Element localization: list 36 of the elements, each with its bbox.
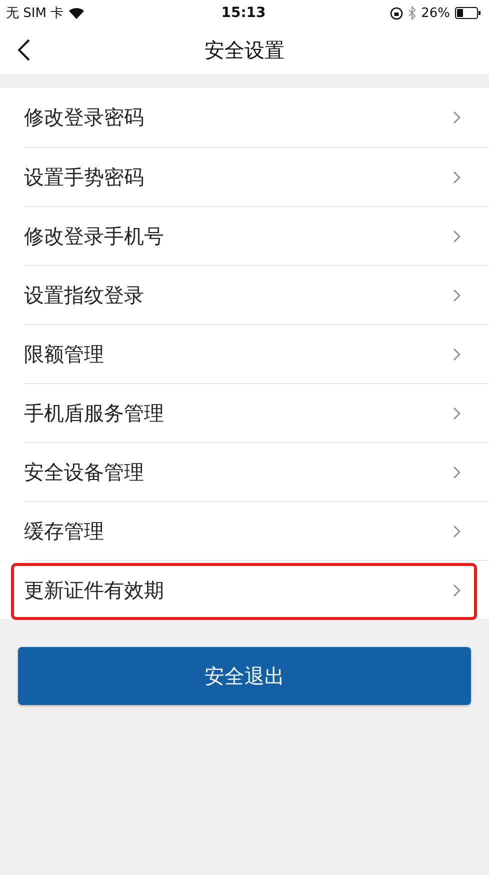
- menu-item[interactable]: 手机盾服务管理: [0, 383, 489, 442]
- menu-item[interactable]: 设置指纹登录: [0, 265, 489, 324]
- chevron-icon: [453, 111, 461, 124]
- chevron-icon: [453, 170, 461, 184]
- carrier-text: 无 SIM 卡: [6, 5, 64, 22]
- menu-item[interactable]: 更新证件有效期: [0, 560, 489, 619]
- chevron-icon: [453, 230, 461, 242]
- page-title: 安全设置: [204, 36, 284, 64]
- chevron-icon: [453, 584, 461, 596]
- battery-icon: [455, 7, 482, 19]
- menu-label: 安全设备管理: [24, 458, 144, 486]
- menu-label: 限额管理: [24, 340, 104, 368]
- menu-item[interactable]: 设置手势密码: [0, 147, 489, 206]
- chevron-icon: [453, 524, 461, 538]
- menu-label: 缓存管理: [24, 518, 104, 544]
- clock-time: 15:13: [221, 5, 266, 21]
- menu-item[interactable]: 安全设备管理: [0, 442, 489, 501]
- menu-label: 手机盾服务管理: [24, 400, 164, 426]
- menu-label: 设置指纹登录: [24, 282, 144, 308]
- menu-item[interactable]: 缓存管理: [0, 501, 489, 560]
- bluetooth-icon: [408, 6, 416, 20]
- logout-button[interactable]: 安全退出: [18, 647, 471, 705]
- chevron-icon: [453, 348, 461, 360]
- menu-label: 修改登录手机号: [24, 222, 164, 250]
- menu-item[interactable]: 限额管理: [0, 324, 489, 383]
- menu-label: 修改登录密码: [24, 104, 144, 131]
- menu-label: 更新证件有效期: [24, 576, 164, 604]
- menu-label: 设置手势密码: [24, 164, 144, 190]
- menu-item[interactable]: 修改登录手机号: [0, 206, 489, 265]
- back-icon: [18, 39, 30, 61]
- chevron-icon: [453, 288, 461, 302]
- chevron-icon: [453, 466, 461, 478]
- battery-percent: 26%: [421, 6, 450, 20]
- chevron-icon: [453, 406, 461, 420]
- menu-item[interactable]: 修改登录密码: [0, 88, 489, 147]
- wifi-icon: [68, 8, 84, 18]
